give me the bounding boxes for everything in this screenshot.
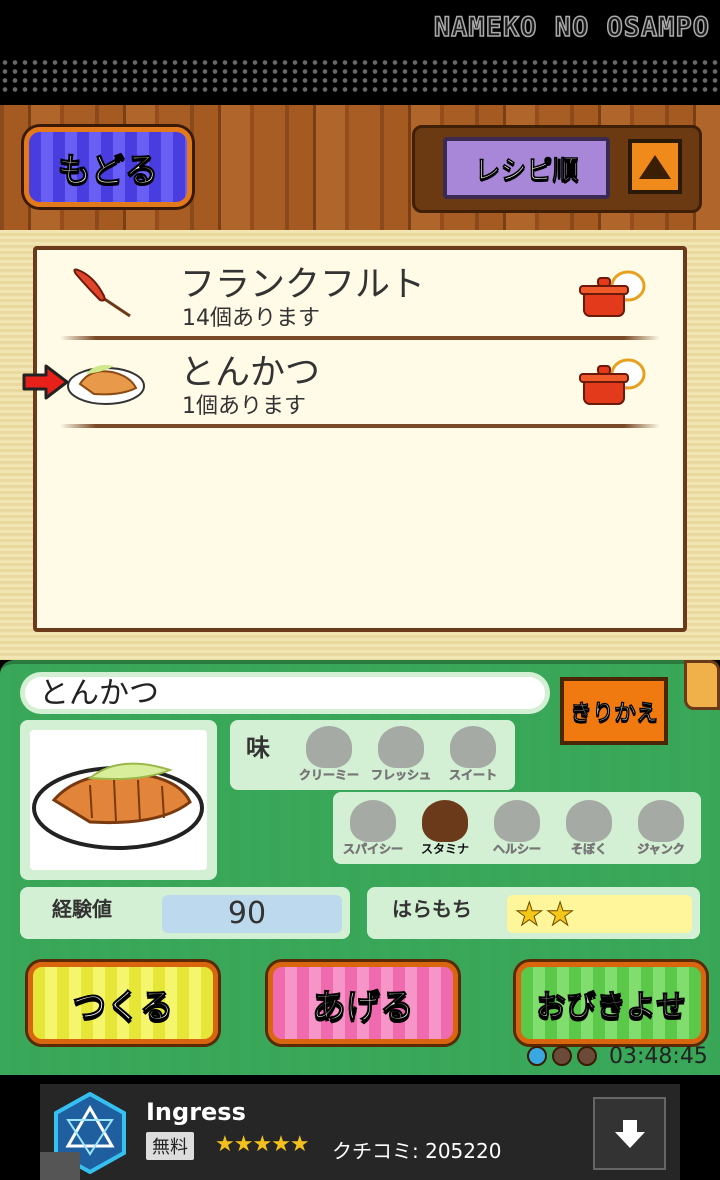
panel-tab[interactable] xyxy=(684,660,720,710)
nameko-icon xyxy=(306,726,352,768)
item-count: 1個あります xyxy=(182,394,306,419)
nameko-icon xyxy=(350,800,396,842)
nameko-icon xyxy=(494,800,540,842)
item-count: 14個あります xyxy=(182,306,320,331)
app-title: NAMEKO NO OSAMPO xyxy=(433,11,710,44)
exp-value: 90 xyxy=(227,896,267,931)
list-item-selected[interactable]: とんかつ 1個あります xyxy=(40,340,680,428)
food-image xyxy=(30,730,207,870)
switch-button[interactable]: きりかえ xyxy=(560,677,668,745)
recipe-order-button[interactable]: レシピ順 xyxy=(443,137,610,199)
ad-banner[interactable] xyxy=(40,1084,680,1180)
give-button[interactable]: あげる xyxy=(268,962,458,1044)
tonkatsu-image-icon xyxy=(32,762,204,850)
selection-arrow-icon xyxy=(22,364,69,400)
nameko-icon xyxy=(566,800,612,842)
tonkatsu-icon xyxy=(67,365,145,405)
ad-title: Ingress xyxy=(146,1098,246,1126)
lure-button[interactable]: おびきよせ xyxy=(516,962,706,1044)
taste-stamina: スタミナ xyxy=(414,796,476,858)
taste-label: 味 xyxy=(246,734,270,762)
recipe-name: とんかつ xyxy=(25,677,545,711)
exp-label: 経験値 xyxy=(52,897,112,921)
taste-sweet: スイート xyxy=(442,722,504,784)
back-button[interactable]: もどる xyxy=(24,127,192,207)
list-item[interactable]: フランクフルト 14個あります xyxy=(40,252,680,340)
indicator-dot xyxy=(577,1046,597,1066)
indicator-dot xyxy=(527,1046,547,1066)
timer: 03:48:45 xyxy=(609,1044,708,1069)
taste-simple: そぼく xyxy=(558,796,620,858)
ad-download-button[interactable] xyxy=(593,1097,666,1170)
ad-rating-stars: ★★★★★ xyxy=(215,1132,310,1157)
download-arrow-icon xyxy=(614,1119,645,1148)
divider xyxy=(60,424,660,428)
cooking-pot-icon xyxy=(579,358,646,405)
decorative-pattern xyxy=(0,58,720,94)
indicator-dot xyxy=(552,1046,572,1066)
nameko-icon xyxy=(450,726,496,768)
satiety-stars: ★★ xyxy=(514,895,577,934)
make-button[interactable]: つくる xyxy=(28,962,218,1044)
nameko-icon xyxy=(638,800,684,842)
ad-price: 無料 xyxy=(146,1132,194,1160)
ad-info-icon[interactable] xyxy=(40,1152,80,1180)
ad-review-count: クチコミ: 205220 xyxy=(332,1139,502,1163)
taste-healthy: ヘルシー xyxy=(486,796,548,858)
taste-spicy: スパイシー xyxy=(342,796,404,858)
triangle-up-icon xyxy=(639,154,671,179)
sausage-icon xyxy=(73,268,131,318)
taste-junk: ジャンク xyxy=(630,796,692,858)
taste-creamy: クリーミー xyxy=(298,722,360,784)
recipe-name-field: とんかつ xyxy=(20,672,550,714)
nameko-icon xyxy=(422,800,468,842)
sort-direction-button[interactable] xyxy=(628,139,682,194)
nameko-icon xyxy=(378,726,424,768)
lure-indicator xyxy=(523,1046,603,1070)
taste-fresh: フレッシュ xyxy=(370,722,432,784)
satiety-label: はらもち xyxy=(392,897,472,921)
cooking-pot-icon xyxy=(579,270,646,317)
